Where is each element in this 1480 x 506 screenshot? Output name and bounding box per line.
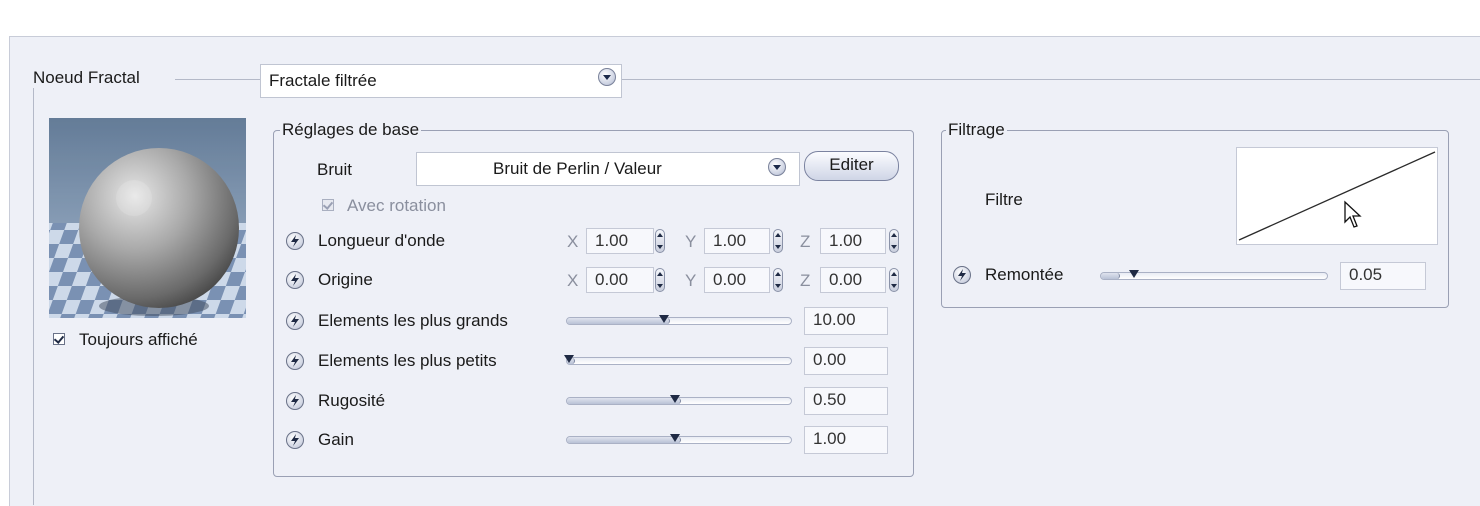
slider-fill: [1101, 273, 1121, 279]
rotation-label: Avec rotation: [347, 196, 446, 215]
axis-x-label: X: [567, 232, 579, 251]
slider-value-field[interactable]: 10.00: [804, 307, 888, 335]
rise-label: Remontée: [985, 265, 1064, 284]
up-down-spinner-icon[interactable]: [773, 229, 783, 253]
slider-label: Elements les plus petits: [318, 351, 497, 370]
axis-z-label: Z: [800, 232, 811, 251]
lightning-bolt-icon[interactable]: [286, 392, 304, 410]
slider-fill: [567, 398, 681, 404]
lightning-bolt-icon[interactable]: [286, 431, 304, 449]
lightning-bolt-icon[interactable]: [953, 266, 971, 284]
up-down-spinner-icon[interactable]: [889, 229, 899, 253]
wavelength-z-field[interactable]: 1.00: [820, 228, 886, 254]
slider-fill: [567, 318, 670, 324]
slider-knob[interactable]: [658, 315, 669, 323]
axis-z-label: Z: [800, 271, 811, 290]
slider-knob[interactable]: [1129, 270, 1140, 278]
filter-group-title: Filtrage: [946, 120, 1007, 140]
node-label: Noeud Fractal: [33, 68, 140, 87]
slider-track[interactable]: [563, 355, 792, 365]
slider-value-field[interactable]: 0.50: [804, 387, 888, 415]
slider-knob[interactable]: [670, 434, 680, 442]
slider-knob[interactable]: [563, 355, 574, 363]
axis-y-label: Y: [685, 232, 697, 251]
slider-value-field[interactable]: 0.00: [804, 347, 888, 375]
divider: [175, 79, 260, 80]
up-down-spinner-icon[interactable]: [773, 268, 783, 292]
slider-knob[interactable]: [670, 395, 680, 403]
slider-track[interactable]: [566, 434, 792, 444]
lightning-bolt-icon[interactable]: [286, 312, 304, 330]
edit-button[interactable]: Editer: [804, 151, 899, 181]
origin-label: Origine: [318, 270, 373, 289]
slider-label: Gain: [318, 430, 354, 449]
origin-x-field[interactable]: 0.00: [586, 267, 654, 293]
preview-image: [49, 118, 246, 318]
slider-label: Elements les plus grands: [318, 311, 508, 330]
filter-label: Filtre: [985, 190, 1023, 209]
fractal-type-value: Fractale filtrée: [269, 71, 377, 90]
fractal-type-dropdown[interactable]: Fractale filtrée: [260, 64, 622, 98]
base-settings-title: Réglages de base: [280, 120, 422, 140]
origin-z-field[interactable]: 0.00: [820, 267, 886, 293]
rotation-checkbox[interactable]: [322, 199, 334, 211]
slider-value-field[interactable]: 1.00: [804, 426, 888, 454]
slider-label: Rugosité: [318, 391, 386, 410]
rise-value-field[interactable]: 0.05: [1340, 262, 1426, 290]
mouse-pointer-icon: [1344, 200, 1362, 228]
always-show-checkbox[interactable]: [53, 333, 65, 345]
up-down-spinner-icon[interactable]: [889, 268, 899, 292]
wavelength-x-field[interactable]: 1.00: [586, 228, 654, 254]
lightning-bolt-icon[interactable]: [286, 352, 304, 370]
filter-curve-editor[interactable]: [1236, 147, 1438, 245]
up-down-spinner-icon[interactable]: [655, 268, 665, 292]
rise-slider[interactable]: [1100, 270, 1328, 280]
origin-y-field[interactable]: 0.00: [704, 267, 770, 293]
noise-value: Bruit de Perlin / Valeur: [493, 159, 662, 178]
filter-curve: [1238, 151, 1436, 241]
divider: [33, 88, 34, 505]
wavelength-y-field[interactable]: 1.00: [704, 228, 770, 254]
chevron-down-icon[interactable]: [768, 158, 786, 176]
noise-label: Bruit: [317, 160, 352, 179]
axis-x-label: X: [567, 271, 579, 290]
divider: [622, 79, 1480, 80]
chevron-down-icon[interactable]: [598, 68, 616, 86]
noise-dropdown[interactable]: Bruit de Perlin / Valeur: [416, 152, 800, 186]
lightning-bolt-icon[interactable]: [286, 232, 304, 250]
slider-track[interactable]: [566, 395, 792, 405]
axis-y-label: Y: [685, 271, 697, 290]
lightning-bolt-icon[interactable]: [286, 271, 304, 289]
always-show-label: Toujours affiché: [79, 330, 198, 349]
wavelength-label: Longueur d'onde: [318, 231, 446, 250]
slider-track[interactable]: [566, 315, 792, 325]
up-down-spinner-icon[interactable]: [655, 229, 665, 253]
slider-fill: [567, 437, 681, 443]
